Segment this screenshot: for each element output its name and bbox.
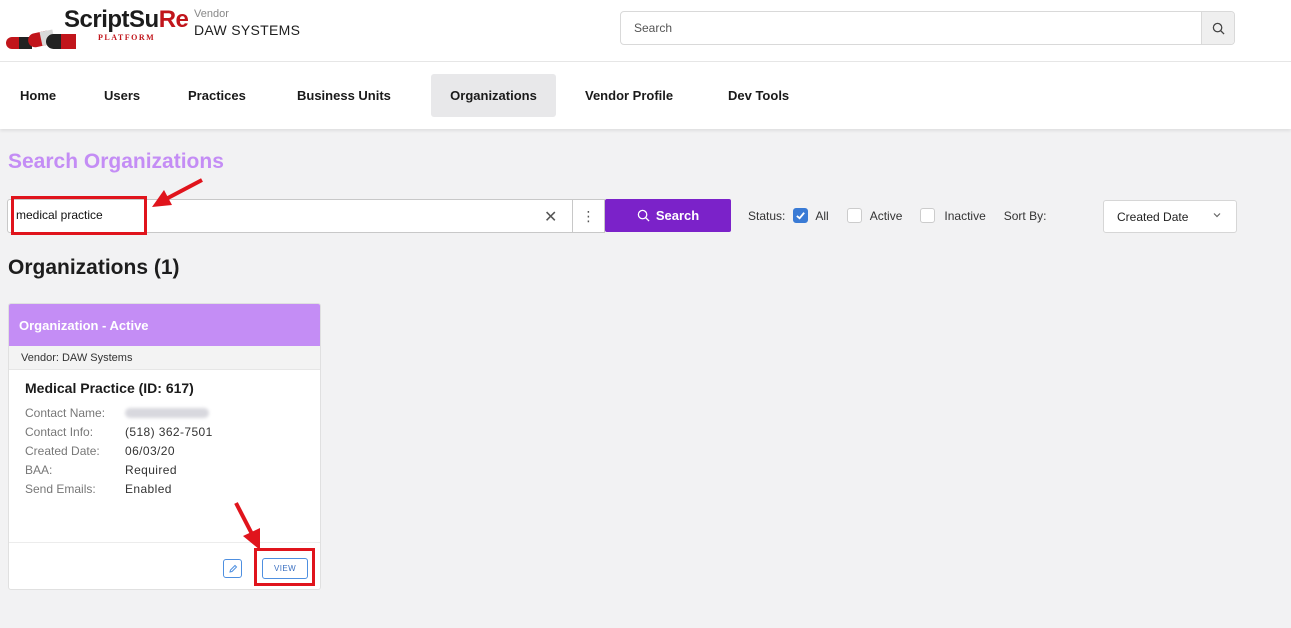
- card-body: Medical Practice (ID: 617) Contact Name:…: [9, 370, 320, 499]
- field-value: (518) 362-7501: [125, 425, 213, 439]
- chevron-down-icon: [1213, 213, 1221, 218]
- nav-business-units[interactable]: Business Units: [285, 74, 403, 117]
- logo-subtitle: PLATFORM: [98, 33, 156, 42]
- annotation-arrow-icon: [152, 178, 203, 207]
- top-bar: ScriptSuRe PLATFORM Vendor DAW SYSTEMS: [0, 0, 1291, 62]
- status-label: Status:: [748, 208, 786, 223]
- field-value: 06/03/20: [125, 444, 175, 458]
- close-icon[interactable]: ✕: [544, 207, 557, 227]
- nav-practices[interactable]: Practices: [176, 74, 258, 117]
- status-inactive-label: Inactive: [944, 208, 986, 223]
- annotation-arrow-icon: [234, 502, 260, 550]
- global-search-input[interactable]: [621, 12, 1201, 44]
- status-inactive-checkbox[interactable]: [920, 208, 936, 223]
- field-key: Send Emails:: [25, 482, 96, 496]
- page-title: Search Organizations: [8, 150, 224, 173]
- field-baa: BAA: Required: [25, 461, 320, 480]
- field-value: Enabled: [125, 482, 172, 496]
- nav-home[interactable]: Home: [8, 74, 68, 117]
- vendor-name: DAW SYSTEMS: [194, 22, 301, 38]
- field-value: Required: [125, 463, 177, 477]
- field-key: Contact Name:: [25, 406, 106, 420]
- sort-label: Sort By:: [1003, 208, 1047, 223]
- annotation-highlight-search: [11, 196, 147, 235]
- global-search: [620, 11, 1235, 45]
- vendor-label: Vendor: [194, 8, 229, 20]
- search-icon: [1212, 22, 1225, 35]
- card-header: Organization - Active: [9, 304, 320, 346]
- global-search-button[interactable]: [1201, 12, 1234, 44]
- pencil-icon: [228, 564, 237, 573]
- sort-select[interactable]: Created Date: [1103, 200, 1237, 233]
- edit-button[interactable]: [223, 559, 242, 578]
- field-contact-name: Contact Name:: [25, 404, 320, 423]
- nav-dev-tools[interactable]: Dev Tools: [716, 74, 801, 117]
- search-button-label: Search: [655, 208, 700, 223]
- field-created-date: Created Date: 06/03/20: [25, 442, 320, 461]
- status-active-checkbox[interactable]: [846, 208, 862, 223]
- field-key: BAA:: [25, 463, 53, 477]
- organization-card: Organization - Active Vendor: DAW System…: [8, 303, 321, 590]
- status-filters: Status: All Active Inactive Sort By:: [748, 208, 1046, 223]
- vendor-info: Vendor DAW SYSTEMS: [194, 8, 300, 38]
- redacted-value: [125, 408, 209, 418]
- nav-organizations[interactable]: Organizations: [431, 74, 556, 117]
- scriptsure-logo[interactable]: ScriptSuRe PLATFORM: [6, 6, 189, 54]
- field-contact-info: Contact Info: (518) 362-7501: [25, 423, 320, 442]
- sort-value: Created Date: [1117, 209, 1189, 224]
- status-active-label: Active: [869, 208, 903, 223]
- search-icon: [637, 209, 650, 222]
- search-button[interactable]: Search: [605, 199, 731, 232]
- annotation-highlight-view: [254, 548, 315, 586]
- status-all-label: All: [815, 208, 829, 223]
- field-key: Contact Info:: [25, 425, 94, 439]
- kebab-menu-button[interactable]: ⋮: [573, 199, 605, 233]
- status-all-checkbox[interactable]: [793, 208, 809, 223]
- card-vendor: Vendor: DAW Systems: [9, 346, 320, 370]
- nav-vendor-profile[interactable]: Vendor Profile: [573, 74, 685, 117]
- kebab-icon: ⋮: [581, 207, 596, 224]
- results-heading: Organizations (1): [8, 256, 180, 279]
- field-send-emails: Send Emails: Enabled: [25, 480, 320, 499]
- field-key: Created Date:: [25, 444, 100, 458]
- checkmark-icon: [796, 212, 806, 220]
- logo-wordmark: ScriptSuRe: [64, 6, 189, 33]
- card-title: Medical Practice (ID: 617): [25, 380, 194, 396]
- main-nav: Home Users Practices Business Units Orga…: [0, 62, 1291, 129]
- nav-users[interactable]: Users: [92, 74, 152, 117]
